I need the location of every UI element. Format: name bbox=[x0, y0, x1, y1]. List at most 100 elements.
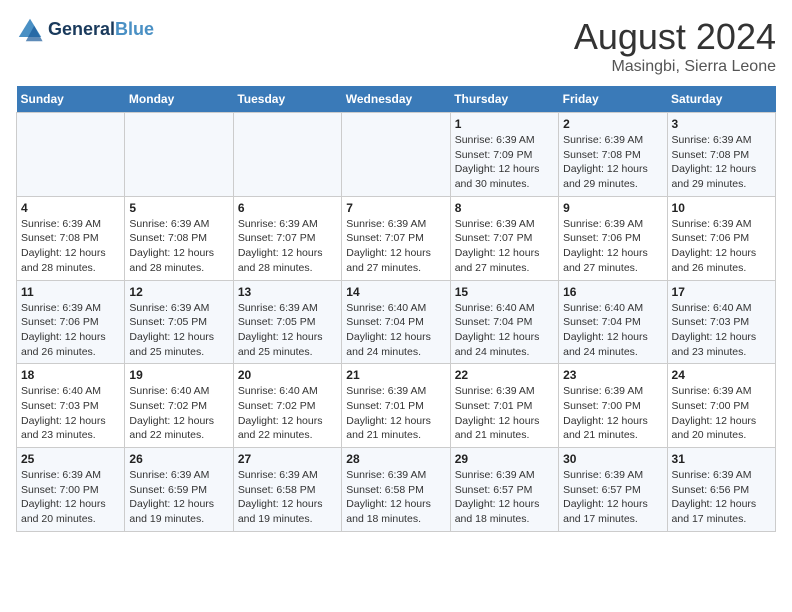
calendar-cell: 6Sunrise: 6:39 AM Sunset: 7:07 PM Daylig… bbox=[233, 196, 341, 280]
day-number: 8 bbox=[455, 201, 554, 215]
day-info: Sunrise: 6:39 AM Sunset: 7:00 PM Dayligh… bbox=[21, 468, 120, 527]
day-info: Sunrise: 6:40 AM Sunset: 7:02 PM Dayligh… bbox=[129, 384, 228, 443]
calendar-cell: 2 Sunrise: 6:39 AM Sunset: 7:08 PM Daylig… bbox=[559, 113, 667, 197]
day-number: 3 bbox=[672, 117, 771, 131]
day-info: Sunrise: 6:39 AM Sunset: 7:09 PM Dayligh… bbox=[455, 133, 554, 192]
day-number: 22 bbox=[455, 368, 554, 382]
day-number: 27 bbox=[238, 452, 337, 466]
day-number: 21 bbox=[346, 368, 445, 382]
day-number: 26 bbox=[129, 452, 228, 466]
day-info: Sunrise: 6:39 AM Sunset: 7:01 PM Dayligh… bbox=[346, 384, 445, 443]
calendar-cell: 4 Sunrise: 6:39 AM Sunset: 7:08 PM Daylig… bbox=[17, 196, 125, 280]
calendar-cell: 11Sunrise: 6:39 AM Sunset: 7:06 PM Dayli… bbox=[17, 280, 125, 364]
calendar-cell: 28 Sunrise: 6:39 AM Sunset: 6:58 PM Dayli… bbox=[342, 448, 450, 532]
calendar-cell bbox=[125, 113, 233, 197]
day-info: Sunrise: 6:39 AM Sunset: 7:06 PM Dayligh… bbox=[672, 217, 771, 276]
day-info: Sunrise: 6:39 AM Sunset: 7:08 PM Dayligh… bbox=[563, 133, 662, 192]
day-info: Sunrise: 6:39 AM Sunset: 7:07 PM Dayligh… bbox=[238, 217, 337, 276]
day-info: Sunrise: 6:40 AM Sunset: 7:02 PM Dayligh… bbox=[238, 384, 337, 443]
day-number: 17 bbox=[672, 285, 771, 299]
day-number: 9 bbox=[563, 201, 662, 215]
logo: GeneralBlue bbox=[16, 16, 154, 44]
calendar-cell: 31 Sunrise: 6:39 AM Sunset: 6:56 PM Dayli… bbox=[667, 448, 775, 532]
weekday-header: Monday bbox=[125, 86, 233, 113]
calendar-cell: 7Sunrise: 6:39 AM Sunset: 7:07 PM Daylig… bbox=[342, 196, 450, 280]
logo-icon bbox=[16, 16, 44, 44]
day-info: Sunrise: 6:39 AM Sunset: 7:05 PM Dayligh… bbox=[238, 301, 337, 360]
day-info: Sunrise: 6:39 AM Sunset: 7:00 PM Dayligh… bbox=[672, 384, 771, 443]
day-info: Sunrise: 6:40 AM Sunset: 7:03 PM Dayligh… bbox=[672, 301, 771, 360]
day-number: 31 bbox=[672, 452, 771, 466]
day-number: 15 bbox=[455, 285, 554, 299]
day-number: 28 bbox=[346, 452, 445, 466]
page-header: GeneralBlue August 2024 Masingbi, Sierra… bbox=[16, 16, 776, 76]
calendar-table: SundayMondayTuesdayWednesdayThursdayFrid… bbox=[16, 86, 776, 532]
calendar-week-row: 18 Sunrise: 6:40 AM Sunset: 7:03 PM Dayli… bbox=[17, 364, 776, 448]
calendar-cell: 24 Sunrise: 6:39 AM Sunset: 7:00 PM Dayli… bbox=[667, 364, 775, 448]
day-info: Sunrise: 6:39 AM Sunset: 7:06 PM Dayligh… bbox=[21, 301, 120, 360]
day-number: 19 bbox=[129, 368, 228, 382]
day-info: Sunrise: 6:39 AM Sunset: 6:58 PM Dayligh… bbox=[238, 468, 337, 527]
day-info: Sunrise: 6:39 AM Sunset: 7:00 PM Dayligh… bbox=[563, 384, 662, 443]
day-number: 4 bbox=[21, 201, 120, 215]
day-info: Sunrise: 6:39 AM Sunset: 6:56 PM Dayligh… bbox=[672, 468, 771, 527]
day-number: 25 bbox=[21, 452, 120, 466]
weekday-header: Thursday bbox=[450, 86, 558, 113]
day-info: Sunrise: 6:39 AM Sunset: 7:08 PM Dayligh… bbox=[21, 217, 120, 276]
day-info: Sunrise: 6:39 AM Sunset: 6:58 PM Dayligh… bbox=[346, 468, 445, 527]
day-info: Sunrise: 6:39 AM Sunset: 7:01 PM Dayligh… bbox=[455, 384, 554, 443]
day-number: 12 bbox=[129, 285, 228, 299]
calendar-cell bbox=[342, 113, 450, 197]
day-info: Sunrise: 6:39 AM Sunset: 6:57 PM Dayligh… bbox=[455, 468, 554, 527]
day-info: Sunrise: 6:39 AM Sunset: 7:06 PM Dayligh… bbox=[563, 217, 662, 276]
day-info: Sunrise: 6:39 AM Sunset: 7:08 PM Dayligh… bbox=[129, 217, 228, 276]
calendar-cell: 8 Sunrise: 6:39 AM Sunset: 7:07 PM Daylig… bbox=[450, 196, 558, 280]
day-info: Sunrise: 6:39 AM Sunset: 7:07 PM Dayligh… bbox=[346, 217, 445, 276]
calendar-cell: 5 Sunrise: 6:39 AM Sunset: 7:08 PM Daylig… bbox=[125, 196, 233, 280]
calendar-cell: 10 Sunrise: 6:39 AM Sunset: 7:06 PM Dayli… bbox=[667, 196, 775, 280]
calendar-cell: 1Sunrise: 6:39 AM Sunset: 7:09 PM Daylig… bbox=[450, 113, 558, 197]
day-number: 30 bbox=[563, 452, 662, 466]
calendar-week-row: 4 Sunrise: 6:39 AM Sunset: 7:08 PM Daylig… bbox=[17, 196, 776, 280]
calendar-week-row: 11Sunrise: 6:39 AM Sunset: 7:06 PM Dayli… bbox=[17, 280, 776, 364]
calendar-cell: 25 Sunrise: 6:39 AM Sunset: 7:00 PM Dayli… bbox=[17, 448, 125, 532]
day-info: Sunrise: 6:40 AM Sunset: 7:03 PM Dayligh… bbox=[21, 384, 120, 443]
day-info: Sunrise: 6:39 AM Sunset: 6:57 PM Dayligh… bbox=[563, 468, 662, 527]
calendar-cell: 30 Sunrise: 6:39 AM Sunset: 6:57 PM Dayli… bbox=[559, 448, 667, 532]
calendar-cell: 18 Sunrise: 6:40 AM Sunset: 7:03 PM Dayli… bbox=[17, 364, 125, 448]
calendar-cell: 15 Sunrise: 6:40 AM Sunset: 7:04 PM Dayli… bbox=[450, 280, 558, 364]
day-info: Sunrise: 6:40 AM Sunset: 7:04 PM Dayligh… bbox=[563, 301, 662, 360]
calendar-cell: 19 Sunrise: 6:40 AM Sunset: 7:02 PM Dayli… bbox=[125, 364, 233, 448]
day-number: 14 bbox=[346, 285, 445, 299]
day-number: 5 bbox=[129, 201, 228, 215]
day-info: Sunrise: 6:40 AM Sunset: 7:04 PM Dayligh… bbox=[455, 301, 554, 360]
day-info: Sunrise: 6:39 AM Sunset: 6:59 PM Dayligh… bbox=[129, 468, 228, 527]
calendar-cell: 21 Sunrise: 6:39 AM Sunset: 7:01 PM Dayli… bbox=[342, 364, 450, 448]
weekday-header-row: SundayMondayTuesdayWednesdayThursdayFrid… bbox=[17, 86, 776, 113]
calendar-cell: 20Sunrise: 6:40 AM Sunset: 7:02 PM Dayli… bbox=[233, 364, 341, 448]
day-number: 2 bbox=[563, 117, 662, 131]
day-number: 10 bbox=[672, 201, 771, 215]
day-number: 16 bbox=[563, 285, 662, 299]
day-number: 24 bbox=[672, 368, 771, 382]
calendar-week-row: 1Sunrise: 6:39 AM Sunset: 7:09 PM Daylig… bbox=[17, 113, 776, 197]
day-info: Sunrise: 6:40 AM Sunset: 7:04 PM Dayligh… bbox=[346, 301, 445, 360]
calendar-cell bbox=[233, 113, 341, 197]
weekday-header: Tuesday bbox=[233, 86, 341, 113]
calendar-cell: 9 Sunrise: 6:39 AM Sunset: 7:06 PM Daylig… bbox=[559, 196, 667, 280]
weekday-header: Wednesday bbox=[342, 86, 450, 113]
calendar-cell: 13Sunrise: 6:39 AM Sunset: 7:05 PM Dayli… bbox=[233, 280, 341, 364]
calendar-cell: 26 Sunrise: 6:39 AM Sunset: 6:59 PM Dayli… bbox=[125, 448, 233, 532]
day-info: Sunrise: 6:39 AM Sunset: 7:07 PM Dayligh… bbox=[455, 217, 554, 276]
weekday-header: Friday bbox=[559, 86, 667, 113]
calendar-cell: 3 Sunrise: 6:39 AM Sunset: 7:08 PM Daylig… bbox=[667, 113, 775, 197]
calendar-week-row: 25 Sunrise: 6:39 AM Sunset: 7:00 PM Dayli… bbox=[17, 448, 776, 532]
calendar-cell: 23Sunrise: 6:39 AM Sunset: 7:00 PM Dayli… bbox=[559, 364, 667, 448]
month-year: August 2024 bbox=[574, 16, 776, 58]
calendar-cell: 12Sunrise: 6:39 AM Sunset: 7:05 PM Dayli… bbox=[125, 280, 233, 364]
day-info: Sunrise: 6:39 AM Sunset: 7:08 PM Dayligh… bbox=[672, 133, 771, 192]
logo-text: GeneralBlue bbox=[48, 20, 154, 40]
day-number: 29 bbox=[455, 452, 554, 466]
day-number: 18 bbox=[21, 368, 120, 382]
title-block: August 2024 Masingbi, Sierra Leone bbox=[574, 16, 776, 76]
